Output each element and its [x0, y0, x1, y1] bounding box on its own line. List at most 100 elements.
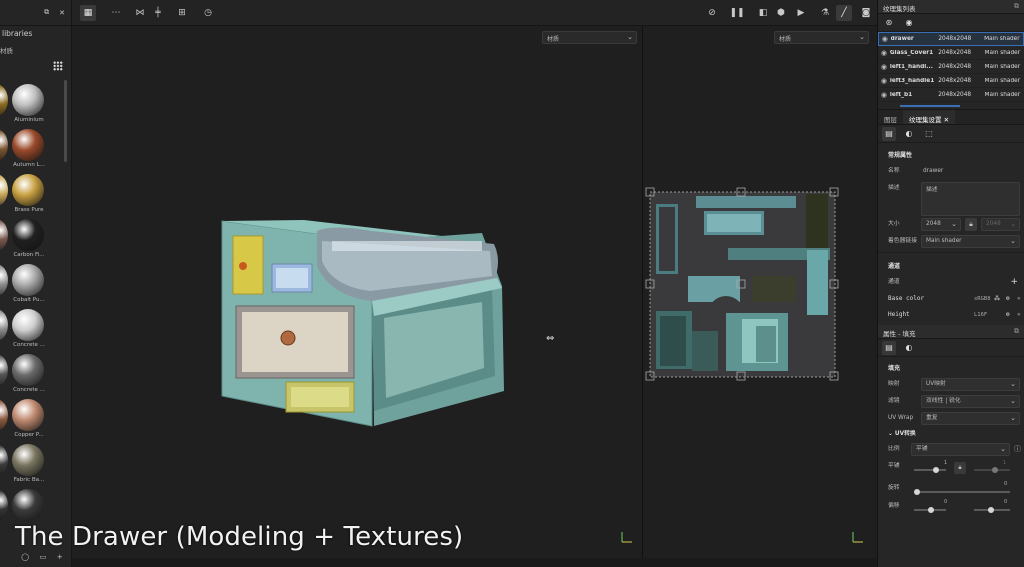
texture-set-list-scrollbar[interactable]: [878, 102, 1024, 110]
eye-icon[interactable]: ◉: [878, 77, 890, 85]
eye-icon[interactable]: ◉: [878, 91, 890, 99]
description-field[interactable]: 描述: [921, 182, 1020, 216]
texture-set-row[interactable]: ◉ left_b1 2048x2048 Main shader: [878, 88, 1024, 102]
texture-set-row[interactable]: ◉ drawer 2048x2048 Main shader: [878, 32, 1024, 46]
size-height-select[interactable]: 2048 ⌄: [981, 218, 1020, 231]
add-frame-icon[interactable]: ⊞: [174, 5, 190, 21]
tile-slider-u[interactable]: [914, 469, 946, 471]
uv-icon[interactable]: ⬚: [922, 127, 936, 141]
fill-settings-icon[interactable]: ▤: [882, 340, 896, 355]
properties-header: 属性 - 填充 ⧉: [878, 325, 1024, 339]
shader-select[interactable]: Main shader ⌄: [921, 235, 1020, 248]
mapping-select[interactable]: UV映射 ⌄: [921, 378, 1020, 391]
material-thumbnail[interactable]: Autumn L...: [0, 129, 48, 175]
offset-slider-v-knob[interactable]: [988, 507, 994, 513]
texture-set-row[interactable]: ◉ left3_handle1 2048x2048 Main shader: [878, 74, 1024, 88]
channel-row[interactable]: Height L16F ⚙ ✕: [878, 307, 1024, 323]
material-label: Cobalt Pu...: [13, 297, 45, 303]
tile-slider-u-knob[interactable]: [933, 467, 939, 473]
layout-grid-icon[interactable]: ⋯: [108, 5, 124, 21]
pause-icon[interactable]: ❚❚: [729, 5, 745, 21]
scale-select[interactable]: 平铺 ⌄: [911, 443, 1010, 456]
folder-icon[interactable]: ▭: [40, 553, 47, 561]
uv-transform-heading[interactable]: ⌄ UV转换: [878, 427, 1024, 441]
eye-icon[interactable]: ◉: [878, 49, 890, 57]
screenshot-icon[interactable]: ◙: [858, 5, 874, 21]
material-thumbnail[interactable]: Aluminium: [0, 84, 48, 130]
visibility-icon[interactable]: ◉: [902, 16, 916, 30]
offset-slider-u-knob[interactable]: [928, 507, 934, 513]
material-icon[interactable]: ◐: [902, 127, 916, 141]
channel-settings-icon[interactable]: ⚙: [1006, 307, 1010, 323]
channel-settings-icon[interactable]: ⚙: [1006, 291, 1010, 307]
tab-texture-set-settings[interactable]: 纹理集设置 ✕: [903, 110, 956, 124]
uvwrap-row: UV Wrap 重复 ⌄: [878, 410, 1024, 427]
material-preview: [12, 174, 44, 206]
align-icon[interactable]: ╪: [150, 5, 166, 21]
tile-lock-icon[interactable]: 🔒︎: [954, 462, 966, 474]
brush-icon[interactable]: ╱: [836, 5, 852, 21]
popout-icon[interactable]: ⧉: [44, 8, 49, 17]
material-preview: [12, 444, 44, 476]
add-channel-icon[interactable]: +: [1010, 274, 1018, 291]
add-icon[interactable]: +: [57, 553, 63, 561]
symmetry-icon[interactable]: ⋈: [132, 5, 148, 21]
size-width-select[interactable]: 2048 ⌄: [921, 218, 961, 231]
rotation-slider-knob[interactable]: [914, 489, 920, 495]
material-label: Autumn L...: [13, 162, 45, 168]
lock-icon[interactable]: 🔒︎: [965, 218, 977, 231]
shader-row: 着色器链接 Main shader ⌄: [878, 233, 1024, 250]
texture-set-resolution: 2048x2048: [938, 91, 972, 98]
material-thumbnail[interactable]: Concrete ...: [0, 354, 48, 400]
settings-panel-icon[interactable]: ▤: [882, 126, 896, 141]
material-thumbnail[interactable]: Cobalt Pu...: [0, 264, 48, 310]
material-thumbnail[interactable]: Concrete ...: [0, 309, 48, 355]
link-icon[interactable]: ⊛: [882, 16, 896, 30]
close-icon[interactable]: ✕: [59, 9, 65, 17]
general-properties-heading: 常规属性: [888, 152, 913, 159]
history-icon[interactable]: ◷: [200, 5, 216, 21]
material-thumbnail[interactable]: Copper P...: [0, 399, 48, 445]
material-thumbnail[interactable]: Brass Pure: [0, 174, 48, 220]
rotation-slider[interactable]: [914, 491, 1010, 493]
bake-icon[interactable]: ⚗: [817, 5, 833, 21]
eye-icon[interactable]: ◉: [879, 35, 891, 43]
fill-material-icon[interactable]: ◐: [902, 341, 916, 355]
hide-icon[interactable]: ⊘: [704, 5, 720, 21]
close-tab-icon[interactable]: ✕: [944, 116, 949, 124]
texture-set-resolution: 2048x2048: [938, 36, 972, 42]
remove-channel-icon[interactable]: ✕: [1017, 291, 1021, 307]
material-thumbnail[interactable]: Carbon Fi...: [0, 219, 48, 265]
material-thumbnail[interactable]: Fabric Ba...: [0, 444, 48, 490]
shelf-scrollbar[interactable]: [64, 80, 67, 162]
shelf-panel: ⧉ ✕ libraries 材质 Aluminium Autumn L... Bra…: [0, 0, 72, 567]
channel-format: L16F: [974, 312, 988, 318]
remove-channel-icon[interactable]: ✕: [1017, 307, 1021, 323]
grid-toggle-icon[interactable]: ▦: [80, 5, 96, 21]
texture-set-row[interactable]: ◉ left1_handl... 2048x2048 Main shader: [878, 60, 1024, 74]
info-icon[interactable]: ⓘ: [1014, 441, 1021, 458]
texture-set-list: ◉ drawer 2048x2048 Main shader ◉ Glass_Cover1…: [878, 32, 1024, 102]
rotation-row: 旋转 0: [878, 480, 1024, 498]
viewport-3d[interactable]: 材质 ⌄ ⇔: [72, 26, 643, 558]
filter-select[interactable]: 双线性 | 锐化 ⌄: [921, 395, 1020, 408]
cube-icon[interactable]: ⬢: [773, 5, 789, 21]
channels-row: 通道 +: [878, 274, 1024, 291]
viewport-2d[interactable]: 材质 ⌄: [644, 26, 877, 558]
uvwrap-select[interactable]: 重复 ⌄: [921, 412, 1020, 425]
tile-slider-v-knob[interactable]: [992, 467, 998, 473]
refresh-icon[interactable]: ◯: [21, 553, 29, 561]
texture-set-shader: Main shader: [984, 49, 1021, 56]
grid-view-icon[interactable]: [53, 61, 63, 71]
filter-row: 滤镜 双线性 | 锐化 ⌄: [878, 393, 1024, 410]
properties-popout-icon[interactable]: ⧉: [1014, 327, 1019, 336]
eye-icon[interactable]: ◉: [878, 63, 890, 71]
texture-set-row[interactable]: ◉ Glass_Cover1 2048x2048 Main shader: [878, 46, 1024, 60]
panel-popout-icon[interactable]: ⧉: [1014, 2, 1019, 11]
camera-video-icon[interactable]: ▶: [793, 5, 809, 21]
tab-layers[interactable]: 图层: [878, 110, 903, 124]
uv-texture-map[interactable]: [644, 26, 877, 558]
color-profile-icon[interactable]: ⁂: [994, 291, 1000, 307]
split-view-icon[interactable]: ◧: [755, 5, 771, 21]
channel-row[interactable]: Base color sRGB8 ⁂ ⚙ ✕: [878, 291, 1024, 307]
